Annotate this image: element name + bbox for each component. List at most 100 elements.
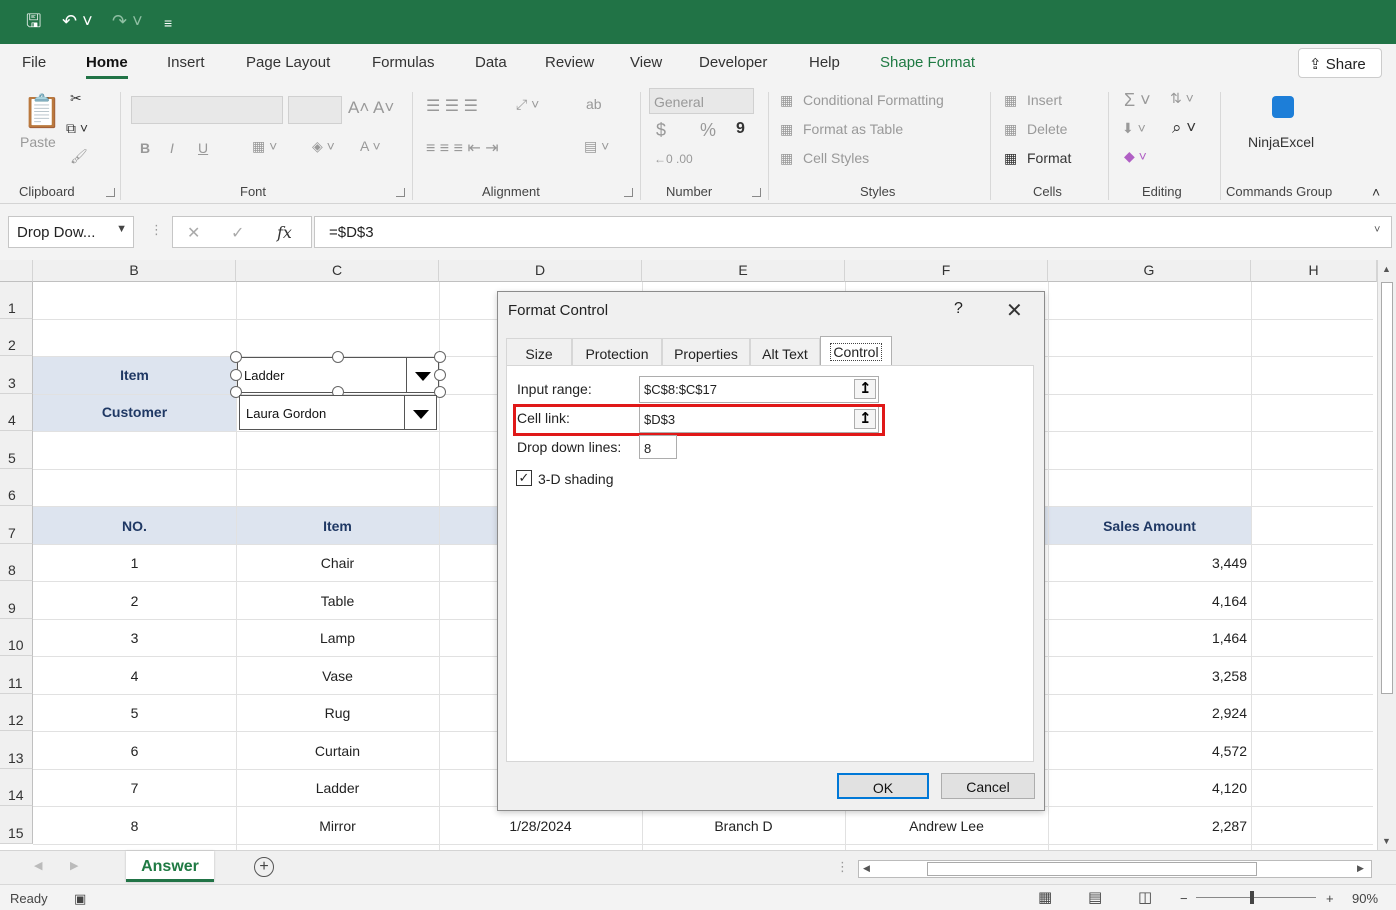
undo-icon[interactable]: ↶ ˅ [62,10,93,32]
resize-handle[interactable] [230,369,242,381]
table-cell-item[interactable]: Mirror [236,818,439,834]
prev-sheet-icon[interactable]: ◀ [34,859,42,872]
table-cell-sales[interactable]: 2,924 [1048,705,1247,721]
select-all-corner[interactable] [0,260,33,282]
column-header-e[interactable]: E [642,260,845,282]
number-launcher-icon[interactable] [752,188,761,197]
italic-button[interactable]: I [170,140,174,156]
next-sheet-icon[interactable]: ▶ [70,859,78,872]
row-header[interactable]: 9 [0,581,33,619]
tab-help[interactable]: Help [809,54,840,71]
tab-control[interactable]: Control [820,336,892,366]
top-align-icon[interactable]: ☰ ☰ ☰ [426,96,478,116]
row-header[interactable]: 2 [0,319,33,356]
clear-icon[interactable]: ◆ ˅ [1124,148,1147,165]
zoom-slider[interactable] [1196,897,1316,898]
zoom-slider-thumb[interactable] [1250,891,1254,904]
tab-properties[interactable]: Properties [662,338,750,366]
table-cell-no[interactable]: 5 [33,705,236,721]
currency-icon[interactable]: $ [656,120,666,141]
fill-icon[interactable]: ⬇ ˅ [1122,120,1146,137]
tab-view[interactable]: View [630,54,662,71]
table-cell-item[interactable]: Curtain [236,743,439,759]
format-cells-icon[interactable]: ▦ [1004,150,1017,167]
table-cell-sales[interactable]: 3,449 [1048,555,1247,571]
find-icon[interactable]: ⌕ ˅ [1172,118,1196,138]
bold-button[interactable]: B [140,140,150,156]
sort-filter-icon[interactable]: ⇅ ˅ [1170,90,1194,107]
tab-alt-text[interactable]: Alt Text [750,338,820,366]
table-cell-no[interactable]: 1 [33,555,236,571]
tab-shape-format[interactable]: Shape Format [880,54,975,71]
fill-color-icon[interactable]: ◈ ˅ [312,138,335,155]
row-header[interactable]: 3 [0,356,33,394]
customize-icon[interactable]: ≡ [164,12,172,34]
format-as-table-icon[interactable]: ▦ [780,121,793,138]
resize-handle[interactable] [230,351,242,363]
table-cell-item[interactable]: Chair [236,555,439,571]
enter-icon[interactable]: ✓ [231,223,244,243]
decimal-icon[interactable]: ←0 .00 [654,152,693,166]
save-icon[interactable]: 🖫 [26,10,41,32]
cancel-button[interactable]: Cancel [941,773,1035,799]
page-layout-icon[interactable]: ▤ [1088,888,1102,906]
table-cell-no[interactable]: 8 [33,818,236,834]
table-cell-sales[interactable]: 4,164 [1048,593,1247,609]
column-header-g[interactable]: G [1048,260,1251,282]
horizontal-scrollbar[interactable]: ◀ ▶ [858,860,1372,878]
paste-label[interactable]: Paste [20,134,56,150]
table-cell-branch[interactable]: Branch D [642,818,845,834]
resize-handle[interactable] [434,351,446,363]
font-name-select[interactable] [131,96,283,124]
normal-view-icon[interactable]: ▦ [1038,888,1052,906]
tab-size[interactable]: Size [506,338,572,366]
tab-review[interactable]: Review [545,54,594,71]
chevron-down-icon[interactable] [404,396,436,429]
row-header[interactable]: 6 [0,469,33,506]
table-cell-sales[interactable]: 1,464 [1048,630,1247,646]
number-format-select[interactable]: General [649,88,754,114]
drop-down-lines-field[interactable]: 8 [639,435,677,459]
wrap-text-icon[interactable]: ab [586,96,602,112]
page-break-icon[interactable]: ◫ [1138,888,1152,906]
row-header[interactable]: 12 [0,694,33,731]
redo-icon[interactable]: ↷ ˅ [112,10,143,32]
help-icon[interactable]: ? [954,300,963,318]
table-cell-item[interactable]: Vase [236,668,439,684]
underline-button[interactable]: U [198,140,208,156]
vertical-scrollbar[interactable]: ▲ ▼ [1377,260,1396,852]
tab-developer[interactable]: Developer [699,54,767,71]
scroll-down-icon[interactable]: ▼ [1382,836,1391,846]
zoom-in-button[interactable]: + [1326,891,1334,906]
row-header[interactable]: 14 [0,769,33,806]
paste-icon[interactable]: 📋 [22,92,62,130]
cell-styles-button[interactable]: Cell Styles [803,150,869,166]
expand-formula-icon[interactable]: ˅ [1374,224,1380,236]
table-cell-date[interactable]: 1/28/2024 [439,818,642,834]
comma-style-icon[interactable]: 9 [736,120,745,138]
zoom-level[interactable]: 90% [1352,891,1378,906]
percent-icon[interactable]: % [700,120,716,141]
cancel-icon[interactable]: ✕ [187,223,200,243]
row-header[interactable]: 5 [0,431,33,469]
alignment-launcher-icon[interactable] [624,188,633,197]
row-header[interactable]: 7 [0,506,33,544]
delete-cells-button[interactable]: Delete [1027,121,1067,137]
table-cell-item[interactable]: Ladder [236,780,439,796]
table-cell-no[interactable]: 3 [33,630,236,646]
ninjaexcel-icon[interactable] [1272,96,1294,118]
resize-handle[interactable] [434,369,446,381]
cell-styles-icon[interactable]: ▦ [780,150,793,167]
sheet-tab-answer[interactable]: Answer [126,851,214,882]
zoom-out-button[interactable]: − [1180,891,1188,906]
scroll-right-icon[interactable]: ▶ [1357,863,1364,874]
formula-input[interactable]: =$D$3 [314,216,1392,248]
insert-function-icon[interactable]: fx [277,223,292,242]
grow-font-icon[interactable]: A˄ A˅ [348,98,394,118]
collapse-dialog-icon[interactable] [854,379,876,399]
font-size-select[interactable] [288,96,342,124]
row-header[interactable]: 10 [0,619,33,656]
table-cell-item[interactable]: Lamp [236,630,439,646]
column-header-c[interactable]: C [236,260,439,282]
accessibility-icon[interactable]: ▣ [74,891,86,907]
